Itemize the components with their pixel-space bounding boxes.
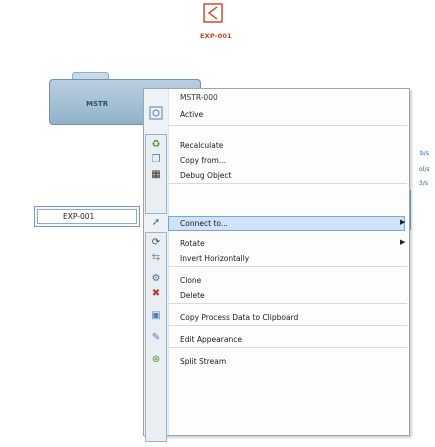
checkbox-icon[interactable] bbox=[149, 106, 163, 120]
menu-header: MSTR-000 bbox=[180, 93, 218, 102]
menu-item-rotate[interactable]: Rotate bbox=[180, 239, 205, 248]
stream-bar-label: EXP-001 bbox=[63, 212, 95, 221]
exp-unit-label: EXP-001 bbox=[200, 32, 232, 40]
debug-icon: ▦ bbox=[151, 169, 161, 180]
menu-item-copy-from[interactable]: Copy from... bbox=[180, 156, 226, 165]
clipboard-icon: ▣ bbox=[151, 310, 161, 321]
mstr-unit-label: MSTR bbox=[86, 100, 109, 108]
menu-item-active[interactable]: Active bbox=[180, 110, 203, 119]
menu-separator bbox=[169, 347, 407, 348]
exp-unit-icon[interactable] bbox=[200, 0, 226, 28]
edit-appearance-icon: ✎ bbox=[151, 332, 161, 343]
rotate-icon: ⟳ bbox=[151, 237, 161, 248]
invert-icon: ⇆ bbox=[151, 252, 161, 263]
menu-item-recalculate[interactable]: Recalculate bbox=[180, 141, 223, 150]
flow-rate-label: ol/s bbox=[419, 166, 430, 173]
copy-from-icon: ❐ bbox=[151, 154, 161, 165]
flow-rate-label: 3/s bbox=[419, 180, 428, 187]
connect-icon: ➚ bbox=[151, 217, 161, 228]
submenu-arrow-icon: ▶ bbox=[400, 218, 406, 226]
split-stream-icon: ⊛ bbox=[151, 354, 161, 365]
menu-item-delete[interactable]: Delete bbox=[180, 291, 205, 300]
menu-separator bbox=[169, 325, 407, 326]
menu-item-split-stream[interactable]: Split Stream bbox=[180, 357, 226, 366]
menu-item-copy-process-data[interactable]: Copy Process Data to Clipboard bbox=[180, 313, 298, 322]
submenu-arrow-icon: ▶ bbox=[400, 238, 406, 246]
menu-item-clone[interactable]: Clone bbox=[180, 276, 201, 285]
menu-separator bbox=[169, 125, 407, 126]
recalculate-icon: ♻ bbox=[151, 139, 161, 150]
stream-line bbox=[410, 190, 419, 230]
menu-separator bbox=[169, 266, 407, 267]
delete-icon: ✖ bbox=[151, 288, 161, 299]
flow-rate-label: b/s bbox=[420, 150, 429, 157]
menu-item-invert-horizontally[interactable]: Invert Horizontally bbox=[180, 254, 249, 263]
menu-separator bbox=[169, 303, 407, 304]
menu-item-connect-to[interactable]: Connect to... bbox=[180, 219, 228, 228]
menu-item-edit-appearance[interactable]: Edit Appearance bbox=[180, 335, 242, 344]
menu-item-debug-object[interactable]: Debug Object bbox=[180, 171, 231, 180]
menu-separator bbox=[169, 183, 407, 184]
clone-icon: ⚙ bbox=[151, 273, 161, 284]
